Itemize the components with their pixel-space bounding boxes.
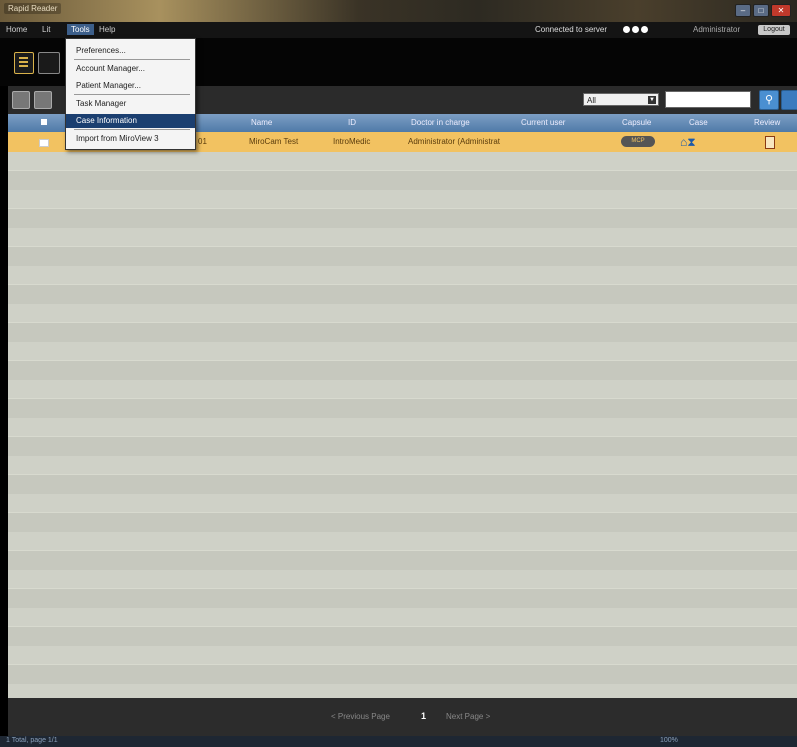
document-icon[interactable] <box>34 91 52 109</box>
menu-item-preferences[interactable]: Preferences... <box>66 44 195 58</box>
menu-divider <box>74 129 190 130</box>
status-text: 1 Total, page 1/1 <box>6 737 58 744</box>
menu-help[interactable]: Help <box>95 24 119 35</box>
column-header-name[interactable]: Name <box>251 118 272 127</box>
current-page-number: 1 <box>421 711 427 721</box>
search-input[interactable] <box>665 91 751 108</box>
row-name: MiroCam Test <box>249 137 299 146</box>
menu-divider <box>74 94 190 95</box>
menu-home[interactable]: Home <box>2 24 31 35</box>
filter-selected-value: All <box>587 96 596 105</box>
status-bar: 1 Total, page 1/1 100% <box>0 736 797 747</box>
row-id: IntroMedic <box>333 137 371 146</box>
server-status-label: Connected to server <box>535 25 608 34</box>
search-icon[interactable]: ⚲ <box>759 90 779 110</box>
menu-tools[interactable]: Tools <box>67 24 94 35</box>
status-dot-icon <box>632 26 639 33</box>
capsule-button[interactable]: MCP <box>621 136 655 147</box>
previous-page-link[interactable]: < Previous Page <box>331 712 390 721</box>
menu-item-task-manager[interactable]: Task Manager <box>66 97 195 111</box>
menu-item-import[interactable]: Import from MiroView 3 <box>66 132 195 146</box>
status-dot-icon <box>623 26 630 33</box>
table-body <box>8 152 797 698</box>
menu-item-account-manager[interactable]: Account Manager... <box>66 62 195 76</box>
review-icon[interactable] <box>765 136 775 149</box>
column-header-case[interactable]: Case <box>689 118 708 127</box>
title-bar: Rapid Reader – □ ✕ <box>0 0 797 22</box>
zoom-level: 100% <box>660 737 678 744</box>
row-code: 01 <box>198 137 207 146</box>
maximize-button[interactable]: □ <box>753 4 769 17</box>
menu-lit[interactable]: Lit <box>38 24 54 35</box>
chevron-down-icon: ▼ <box>648 96 656 104</box>
case-status-icon[interactable]: ⌂⧗ <box>680 135 696 150</box>
close-button[interactable]: ✕ <box>771 4 791 17</box>
column-header-capsule[interactable]: Capsule <box>622 118 651 127</box>
column-header-review[interactable]: Review <box>754 118 780 127</box>
print-icon[interactable] <box>12 91 30 109</box>
column-header-id[interactable]: ID <box>348 118 356 127</box>
thumbnail-view-icon[interactable] <box>38 52 60 74</box>
filter-select[interactable]: All ▼ <box>583 93 659 106</box>
menu-item-patient-manager[interactable]: Patient Manager... <box>66 79 195 93</box>
next-page-link[interactable]: Next Page > <box>446 712 490 721</box>
export-icon[interactable] <box>781 90 797 110</box>
status-dot-icon <box>641 26 648 33</box>
select-all-checkbox[interactable] <box>41 119 47 125</box>
menu-divider <box>74 59 190 60</box>
app-title: Rapid Reader <box>4 3 62 14</box>
row-doctor: Administrator (Administrat <box>408 137 501 146</box>
menu-bar: Home Lit Tools Help Connected to server … <box>0 22 797 38</box>
user-label: Administrator <box>693 25 741 34</box>
column-header-current-user[interactable]: Current user <box>521 118 565 127</box>
list-view-icon[interactable] <box>14 52 34 74</box>
minimize-button[interactable]: – <box>735 4 751 17</box>
tools-dropdown-menu: Preferences... Account Manager... Patien… <box>65 38 196 150</box>
window-controls: – □ ✕ <box>735 4 791 17</box>
menu-item-case-information[interactable]: Case Information <box>66 114 195 128</box>
column-header-doctor[interactable]: Doctor in charge <box>411 118 470 127</box>
pagination: < Previous Page 1 Next Page > <box>8 698 797 736</box>
logout-button[interactable]: Logout <box>758 25 790 35</box>
row-checkbox[interactable] <box>39 139 49 147</box>
